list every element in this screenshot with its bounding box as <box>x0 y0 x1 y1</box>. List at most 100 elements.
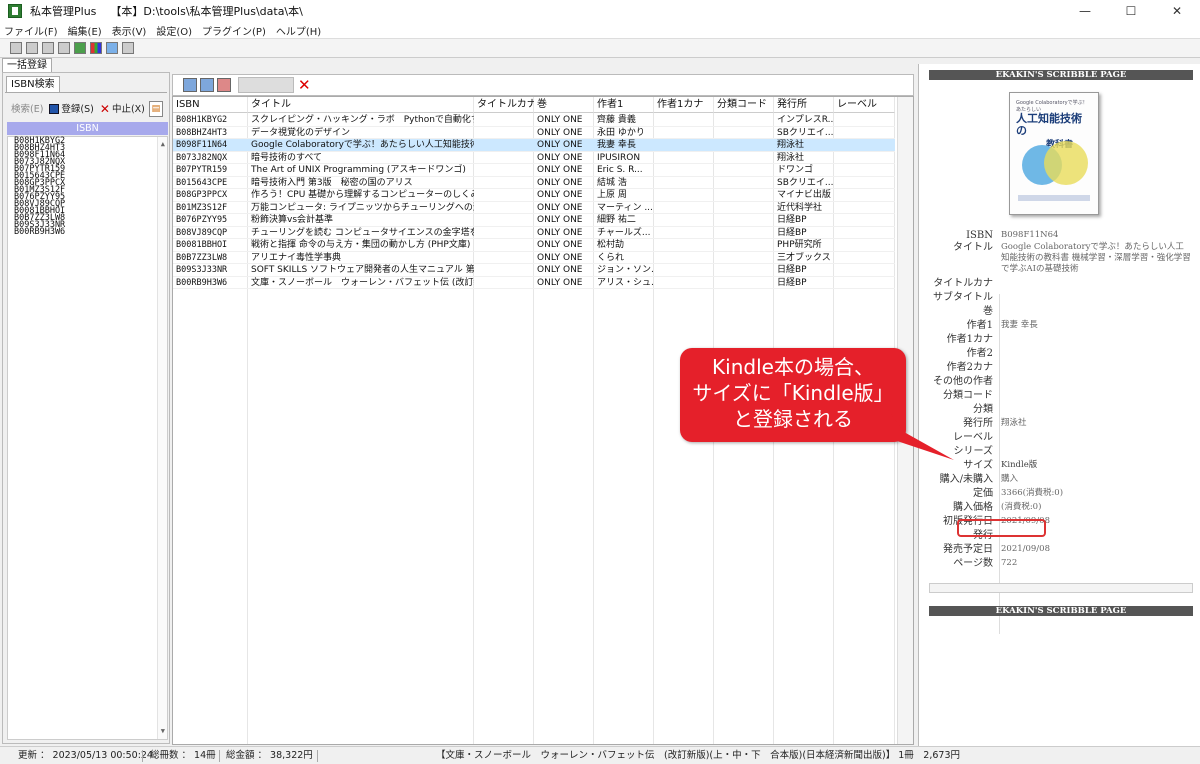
detail-row: その他の作者 <box>919 375 1200 389</box>
table-cell <box>474 252 534 265</box>
table-cell: B073J82NQX <box>176 152 228 163</box>
table-row[interactable]: B07PYTR159 The Art of UNIX Programming (ア… <box>173 164 895 177</box>
table-row[interactable]: B09S3J33NR SOFT SKILLS ソフトウェア開発者の人生マニュアル … <box>173 264 895 277</box>
table-row[interactable]: B08GP3PPCX 作ろう！CPU 基礎から理解するコンピューターのしくみ ..… <box>173 189 895 202</box>
menu-plugin[interactable]: プラグイン(P) <box>202 23 266 38</box>
table-cell <box>714 164 774 177</box>
minimize-button[interactable]: — <box>1062 0 1108 22</box>
table-cell <box>654 227 714 240</box>
column-header[interactable]: 分類コード <box>714 97 774 113</box>
stop-button[interactable]: ✕ 中止(X) <box>98 101 147 117</box>
table-cell: ONLY ONE <box>537 215 583 225</box>
table-cell: PHP研究所 <box>777 240 822 250</box>
remove-check-icon[interactable] <box>217 78 231 92</box>
column-header[interactable]: 巻 <box>534 97 594 113</box>
menu-view[interactable]: 表示(V) <box>112 23 147 38</box>
table-row[interactable]: B073J82NQX 暗号技術のすべて ONLY ONE IPUSIRON 翔泳社 <box>173 152 895 165</box>
table-cell: ONLY ONE <box>537 265 583 275</box>
detail-row: レーベル <box>919 431 1200 445</box>
detail-value: 翔泳社 <box>1001 418 1027 428</box>
scroll-up-icon[interactable]: ▲ <box>161 141 165 148</box>
menu-bar: ファイル(F) 編集(E) 表示(V) 設定(O) プラグイン(P) ヘルプ(H… <box>0 22 1200 38</box>
column-header[interactable]: タイトル <box>248 97 474 113</box>
options-button[interactable]: ▤ <box>148 101 163 117</box>
detail-scrollbar[interactable] <box>929 583 1193 593</box>
detail-value: 購入 <box>1001 474 1019 484</box>
table-row[interactable]: B0B7ZZ3LW8 アリエナイ毒性学事典 ONLY ONE くられ 三才ブックス <box>173 252 895 265</box>
detail-value: 我妻 幸長 <box>1001 320 1038 330</box>
column-header[interactable]: 作者1カナ <box>654 97 714 113</box>
column-header[interactable]: ISBN <box>173 97 248 113</box>
delete-icon[interactable] <box>58 42 70 54</box>
filter-input[interactable] <box>238 77 294 93</box>
detail-row: 作者2カナ <box>919 361 1200 375</box>
search-button[interactable]: 検索(E) <box>9 101 45 117</box>
table-cell <box>474 152 534 165</box>
detail-value: Kindle版 <box>1001 460 1038 470</box>
edit-check-icon[interactable] <box>200 78 214 92</box>
table-cell <box>474 114 534 127</box>
chart-icon[interactable] <box>90 42 102 54</box>
table-row[interactable]: B076PZYY95 粉飾決算vs会計基準 ONLY ONE 細野 祐二 日経BP <box>173 214 895 227</box>
table-cell: ONLY ONE <box>537 190 583 200</box>
column-header[interactable]: 発行所 <box>774 97 834 113</box>
table-cell <box>654 202 714 215</box>
table-cell: ONLY ONE <box>537 165 583 175</box>
clear-icon[interactable]: ✕ <box>298 78 311 93</box>
table-cell: 細野 祐二 <box>597 215 636 225</box>
table-cell <box>714 239 774 252</box>
close-button[interactable]: ✕ <box>1154 0 1200 22</box>
table-cell <box>714 189 774 202</box>
book-icon[interactable] <box>122 42 134 54</box>
column-header[interactable]: 作者1 <box>594 97 654 113</box>
isbn-list[interactable]: ▲ ▼ B08H1KBYG2 B08BHZ4HT3 B098F11N64 B073J8… <box>7 136 168 740</box>
table-cell: 我妻 幸長 <box>597 140 636 150</box>
cover-strip <box>1018 195 1090 201</box>
menu-file[interactable]: ファイル(F) <box>4 23 58 38</box>
detail-label: 作者1 <box>966 320 993 331</box>
maximize-button[interactable]: ☐ <box>1108 0 1154 22</box>
tree-icon[interactable] <box>74 42 86 54</box>
column-header[interactable]: レーベル <box>834 97 895 113</box>
detail-row: サイズ Kindle版 <box>919 459 1200 473</box>
table-row[interactable]: B00RB9H3W6 文庫・スノーボール ウォーレン・バフェット伝 (改訂新...… <box>173 277 895 289</box>
size-highlight <box>957 519 1046 537</box>
table-cell: 作ろう！CPU 基礎から理解するコンピューターのしくみ ... <box>251 190 474 200</box>
menu-edit[interactable]: 編集(E) <box>68 23 102 38</box>
menu-settings[interactable]: 設定(O) <box>156 23 192 38</box>
table-row[interactable]: B08BHZ4HT3 データ視覚化のデザイン ONLY ONE 永田 ゆかり SBクリエ… <box>173 127 895 140</box>
column-header[interactable]: タイトルカナ <box>474 97 537 113</box>
table-cell: 日経BP <box>777 215 807 225</box>
table-cell: B0081BBHOI <box>176 240 228 250</box>
table-row[interactable]: B08H1KBYG2 スクレイピング・ハッキング・ラボ Pythonで自動化する.… <box>173 114 895 127</box>
isbn-list-item[interactable]: B00RB9H3W6 <box>14 228 161 237</box>
table-cell <box>714 127 774 140</box>
table-cell: ONLY ONE <box>537 227 583 238</box>
table-cell <box>474 202 534 215</box>
detail-row: 作者1カナ <box>919 333 1200 347</box>
detail-label: タイトルカナ <box>933 278 993 289</box>
table-row[interactable]: B098F11N64 Google Colaboratoryで学ぶ！あたらしい人工… <box>173 139 895 152</box>
check-all-icon[interactable] <box>183 78 197 92</box>
scroll-down-icon[interactable]: ▼ <box>161 728 165 735</box>
detail-label: 購入/未購入 <box>939 474 993 485</box>
window-icon[interactable] <box>106 42 118 54</box>
table-row[interactable]: B015643CPE 暗号技術入門 第3版 秘密の国のアリス ONLY ONE 結城 … <box>173 177 895 189</box>
detail-row: 定価 3366(消費税:0) <box>919 487 1200 501</box>
tab-bulk-register[interactable]: 一括登録 <box>2 58 52 72</box>
new-book-icon[interactable] <box>10 42 22 54</box>
register-button[interactable]: 登録(S) <box>47 101 95 117</box>
copy-icon[interactable] <box>26 42 38 54</box>
table-row[interactable]: B08VJ89CQP チューリングを読む コンピュータサイエンスの金字塔を... O… <box>173 227 895 240</box>
table-row[interactable]: B01MZ3S12F 万能コンピュータ: ライプニッツからチューリングへの道...… <box>173 202 895 215</box>
edit-icon[interactable] <box>42 42 54 54</box>
table-cell: 結城 浩 <box>597 177 627 188</box>
detail-label: 発売予定日 <box>943 544 993 555</box>
table-cell: アリエナイ毒性学事典 <box>251 252 342 263</box>
isbn-list-scrollbar[interactable] <box>157 137 167 739</box>
table-row[interactable]: B0081BBHOI 戦術と指揮 命令の与え方・集団の動かし方 (PHP文庫) ON… <box>173 239 895 252</box>
table-cell: 粉飾決算vs会計基準 <box>251 215 334 225</box>
menu-help[interactable]: ヘルプ(H) <box>276 23 321 38</box>
tab-isbn-search[interactable]: ISBN検索 <box>6 76 60 93</box>
table-cell: 翔泳社 <box>777 140 805 150</box>
